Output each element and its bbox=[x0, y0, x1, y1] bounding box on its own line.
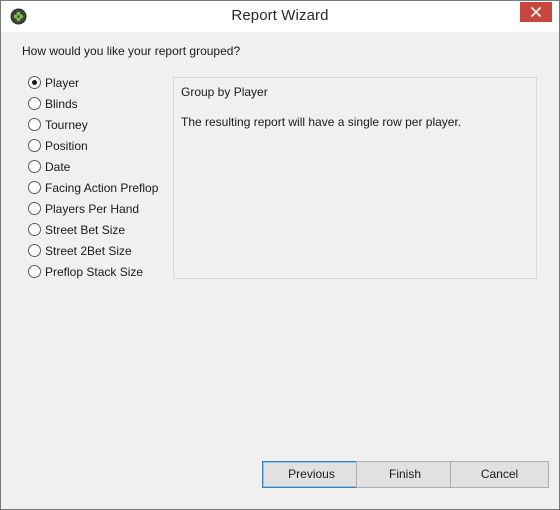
radio-label: Tourney bbox=[45, 117, 88, 132]
radio-option-blinds[interactable]: Blinds bbox=[28, 93, 158, 114]
window-title: Report Wizard bbox=[231, 7, 329, 24]
radio-button[interactable] bbox=[28, 139, 41, 152]
radio-label: Preflop Stack Size bbox=[45, 264, 144, 279]
radio-button[interactable] bbox=[28, 244, 41, 257]
finish-button[interactable]: Finish bbox=[356, 461, 454, 488]
grouping-prompt: How would you like your report grouped? bbox=[22, 44, 241, 58]
radio-option-tourney[interactable]: Tourney bbox=[28, 114, 158, 135]
radio-option-preflop-stack-size[interactable]: Preflop Stack Size bbox=[28, 261, 158, 282]
radio-option-player[interactable]: Player bbox=[28, 72, 158, 93]
radio-option-players-per-hand[interactable]: Players Per Hand bbox=[28, 198, 158, 219]
radio-label: Player bbox=[45, 75, 80, 90]
radio-button[interactable] bbox=[28, 181, 41, 194]
close-icon bbox=[531, 7, 541, 17]
radio-label: Position bbox=[45, 138, 88, 153]
radio-button[interactable] bbox=[28, 118, 41, 131]
title-bar[interactable]: Report Wizard bbox=[1, 1, 559, 32]
radio-button[interactable] bbox=[28, 160, 41, 173]
radio-button[interactable] bbox=[28, 265, 41, 278]
report-wizard-window: Report Wizard How would you like your re… bbox=[0, 0, 560, 510]
radio-label: Street 2Bet Size bbox=[45, 243, 132, 258]
radio-button[interactable] bbox=[28, 223, 41, 236]
cancel-button[interactable]: Cancel bbox=[450, 461, 549, 488]
radio-button[interactable] bbox=[28, 97, 41, 110]
grouping-description-panel: Group by Player The resulting report wil… bbox=[173, 77, 537, 279]
radio-option-street-2bet-size[interactable]: Street 2Bet Size bbox=[28, 240, 158, 261]
radio-option-date[interactable]: Date bbox=[28, 156, 158, 177]
description-body: The resulting report will have a single … bbox=[181, 115, 462, 129]
group-by-radio-group: Player Blinds Tourney Position Date Faci… bbox=[28, 72, 158, 282]
radio-label: Blinds bbox=[45, 96, 78, 111]
radio-label: Street Bet Size bbox=[45, 222, 126, 237]
radio-button[interactable] bbox=[28, 202, 41, 215]
radio-label: Facing Action Preflop bbox=[45, 180, 159, 195]
close-button[interactable] bbox=[520, 2, 552, 22]
radio-label: Players Per Hand bbox=[45, 201, 140, 216]
radio-label: Date bbox=[45, 159, 71, 174]
wizard-content: How would you like your report grouped? … bbox=[1, 32, 559, 509]
radio-option-facing-action-preflop[interactable]: Facing Action Preflop bbox=[28, 177, 158, 198]
description-title: Group by Player bbox=[181, 85, 268, 99]
previous-button[interactable]: Previous bbox=[262, 461, 361, 488]
radio-option-street-bet-size[interactable]: Street Bet Size bbox=[28, 219, 158, 240]
radio-option-position[interactable]: Position bbox=[28, 135, 158, 156]
radio-button-selected[interactable] bbox=[28, 76, 41, 89]
